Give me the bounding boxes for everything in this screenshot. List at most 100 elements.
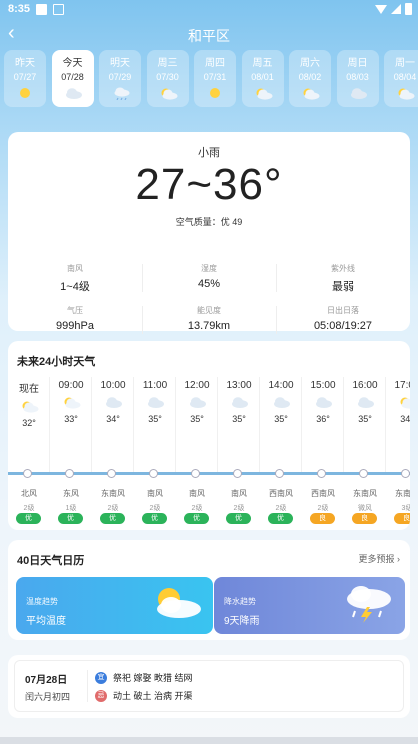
hour-column: 11:00 35° 南风 2级优 — [134, 377, 176, 525]
hour-wind-level: 3级 — [401, 505, 410, 512]
metric-value: 999hPa — [56, 320, 94, 332]
partly-weather-icon — [22, 401, 39, 413]
hour-column: 09:00 33° 东风 1级优 — [50, 377, 92, 525]
aqi-badge: 优 — [226, 513, 251, 524]
almanac-inner: 07月28日 闰六月初四 宜 祭祀 嫁娶 畋猎 结网 忌 动土 破土 治病 开渠 — [14, 660, 404, 712]
hour-time: 14:00 — [268, 380, 294, 391]
status-bar: 8:35 — [0, 0, 418, 20]
status-time: 8:35 — [8, 3, 31, 15]
partly-weather-icon — [161, 88, 177, 100]
hourly-title: 未来24小时天气 — [17, 356, 96, 368]
partly-weather-icon — [64, 397, 81, 409]
aqi-badge: 优 — [142, 513, 167, 524]
day-date: 07/28 — [61, 72, 84, 82]
aqi-badge: 优 — [16, 513, 41, 524]
sun-weather-icon — [210, 88, 220, 98]
temp-trend-value: 平均温度 — [26, 616, 66, 627]
hour-column: 现在 32° 北风 2级优 — [8, 377, 50, 525]
day-name: 周一 — [395, 58, 415, 69]
temperature-range: 27~36° — [135, 160, 283, 209]
day-item-6[interactable]: 周六 08/02 — [289, 50, 331, 107]
hour-temp: 35° — [274, 414, 288, 424]
almanac-card[interactable]: 07月28日 闰六月初四 宜 祭祀 嫁娶 畋猎 结网 忌 动土 破土 治病 开渠 — [8, 655, 410, 718]
hour-temp: 36° — [316, 414, 330, 424]
metric-label: 气压 — [67, 306, 83, 315]
battery-icon — [405, 3, 412, 15]
metric-wind: 南风 1~4级 — [8, 260, 142, 296]
air-quality: 空气质量：优 49 — [175, 217, 243, 227]
hour-wind: 南风 — [231, 489, 247, 498]
cloud-weather-icon — [350, 88, 367, 99]
hour-wind-level: 微风 — [358, 505, 372, 512]
auspicious-text: 祭祀 嫁娶 畋猎 结网 — [113, 673, 193, 683]
wifi-icon — [375, 4, 387, 14]
forty-day-title: 40日天气日历 — [17, 555, 85, 567]
page-title: 和平区 — [188, 28, 230, 44]
day-name: 周六 — [300, 58, 320, 69]
metric-humidity: 湿度 45% — [142, 260, 276, 296]
thunderstorm-icon — [347, 586, 391, 623]
day-date: 07/30 — [156, 72, 179, 82]
day-date: 08/02 — [298, 72, 322, 82]
hour-time: 10:00 — [100, 380, 126, 391]
day-item-8[interactable]: 周一 08/04 — [384, 50, 418, 107]
day-strip: 昨天 07/27 今天 07/28 明天 07/29 周三 07/30 周四 07/31 周五 08/… — [0, 50, 418, 108]
day-item-7[interactable]: 周日 08/03 — [336, 50, 379, 107]
condition-text: 小雨 — [198, 147, 220, 159]
metric-label: 能见度 — [197, 306, 221, 315]
hour-temp: 32° — [22, 418, 36, 428]
day-item-0[interactable]: 昨天 07/27 — [4, 50, 46, 107]
metric-label: 日出日落 — [327, 306, 359, 315]
hour-time: 17:00 — [394, 380, 410, 391]
day-name: 昨天 — [15, 58, 35, 69]
aqi-badge: 优 — [268, 513, 293, 524]
day-name: 周五 — [252, 58, 273, 69]
metric-label: 湿度 — [201, 264, 217, 273]
hour-wind: 东南风 — [353, 489, 377, 498]
day-date: 07/27 — [13, 72, 37, 82]
almanac-date: 07月28日 — [25, 675, 68, 686]
notification-icon — [36, 4, 47, 15]
inauspicious-icon: 忌 — [95, 689, 107, 702]
aqi-badge: 优 — [58, 513, 83, 524]
day-date: 07/29 — [108, 72, 132, 82]
hour-wind-level: 2级 — [233, 505, 245, 512]
rain-weather-icon — [114, 87, 130, 100]
inauspicious-row: 忌 动土 破土 治病 开渠 — [95, 689, 193, 702]
more-forecast-link[interactable]: 更多预报 › — [359, 552, 401, 565]
metric-value: 45% — [197, 278, 221, 290]
day-item-5[interactable]: 周五 08/01 — [241, 50, 284, 107]
almanac-divider — [87, 670, 88, 702]
hour-wind-level: 2级 — [191, 505, 203, 512]
cloud-weather-icon — [65, 88, 82, 99]
forty-day-card: 40日天气日历 更多预报 › 温度趋势 平均温度 降水趋势 9天降雨 — [8, 540, 410, 640]
day-item-3[interactable]: 周三 07/30 — [146, 50, 189, 107]
day-name: 今天 — [62, 58, 83, 69]
day-item-4[interactable]: 周四 07/31 — [194, 50, 236, 107]
hour-time: 09:00 — [58, 380, 84, 391]
precipitation-trend-panel[interactable]: 降水趋势 9天降雨 — [214, 577, 405, 634]
partly-weather-icon — [398, 88, 415, 100]
top-nav: ‹ 和平区 — [0, 22, 418, 46]
day-item-2[interactable]: 明天 07/29 — [99, 50, 141, 107]
hour-temp: 33° — [64, 414, 78, 424]
day-name: 周日 — [347, 58, 368, 69]
partly-weather-icon — [400, 397, 410, 409]
cloud-weather-icon — [190, 397, 206, 408]
hour-wind-level: 2级 — [149, 505, 161, 512]
hour-column: 16:00 35° 东南风 微风良 — [344, 377, 386, 525]
hour-wind: 东南风 — [101, 489, 125, 498]
temp-dot — [275, 469, 284, 478]
day-name: 周三 — [157, 58, 178, 69]
hour-wind-level: 1级 — [65, 505, 77, 512]
aqi-badge: 优 — [100, 513, 125, 524]
hour-time: 11:00 — [142, 380, 168, 391]
temp-dot — [401, 469, 410, 478]
metric-value: 13.79km — [187, 320, 231, 332]
temperature-trend-panel[interactable]: 温度趋势 平均温度 — [16, 577, 213, 634]
hourly-list[interactable]: 现在 32° 北风 2级优 09:00 33° 东风 1级优 10:00 34° 东南风 2级优 11:… — [8, 377, 410, 527]
temp-dot — [191, 469, 200, 478]
hour-column: 13:00 35° 南风 2级优 — [218, 377, 260, 525]
day-item-1[interactable]: 今天 07/28 — [51, 50, 94, 107]
hour-column: 10:00 34° 东南风 2级优 — [92, 377, 134, 525]
